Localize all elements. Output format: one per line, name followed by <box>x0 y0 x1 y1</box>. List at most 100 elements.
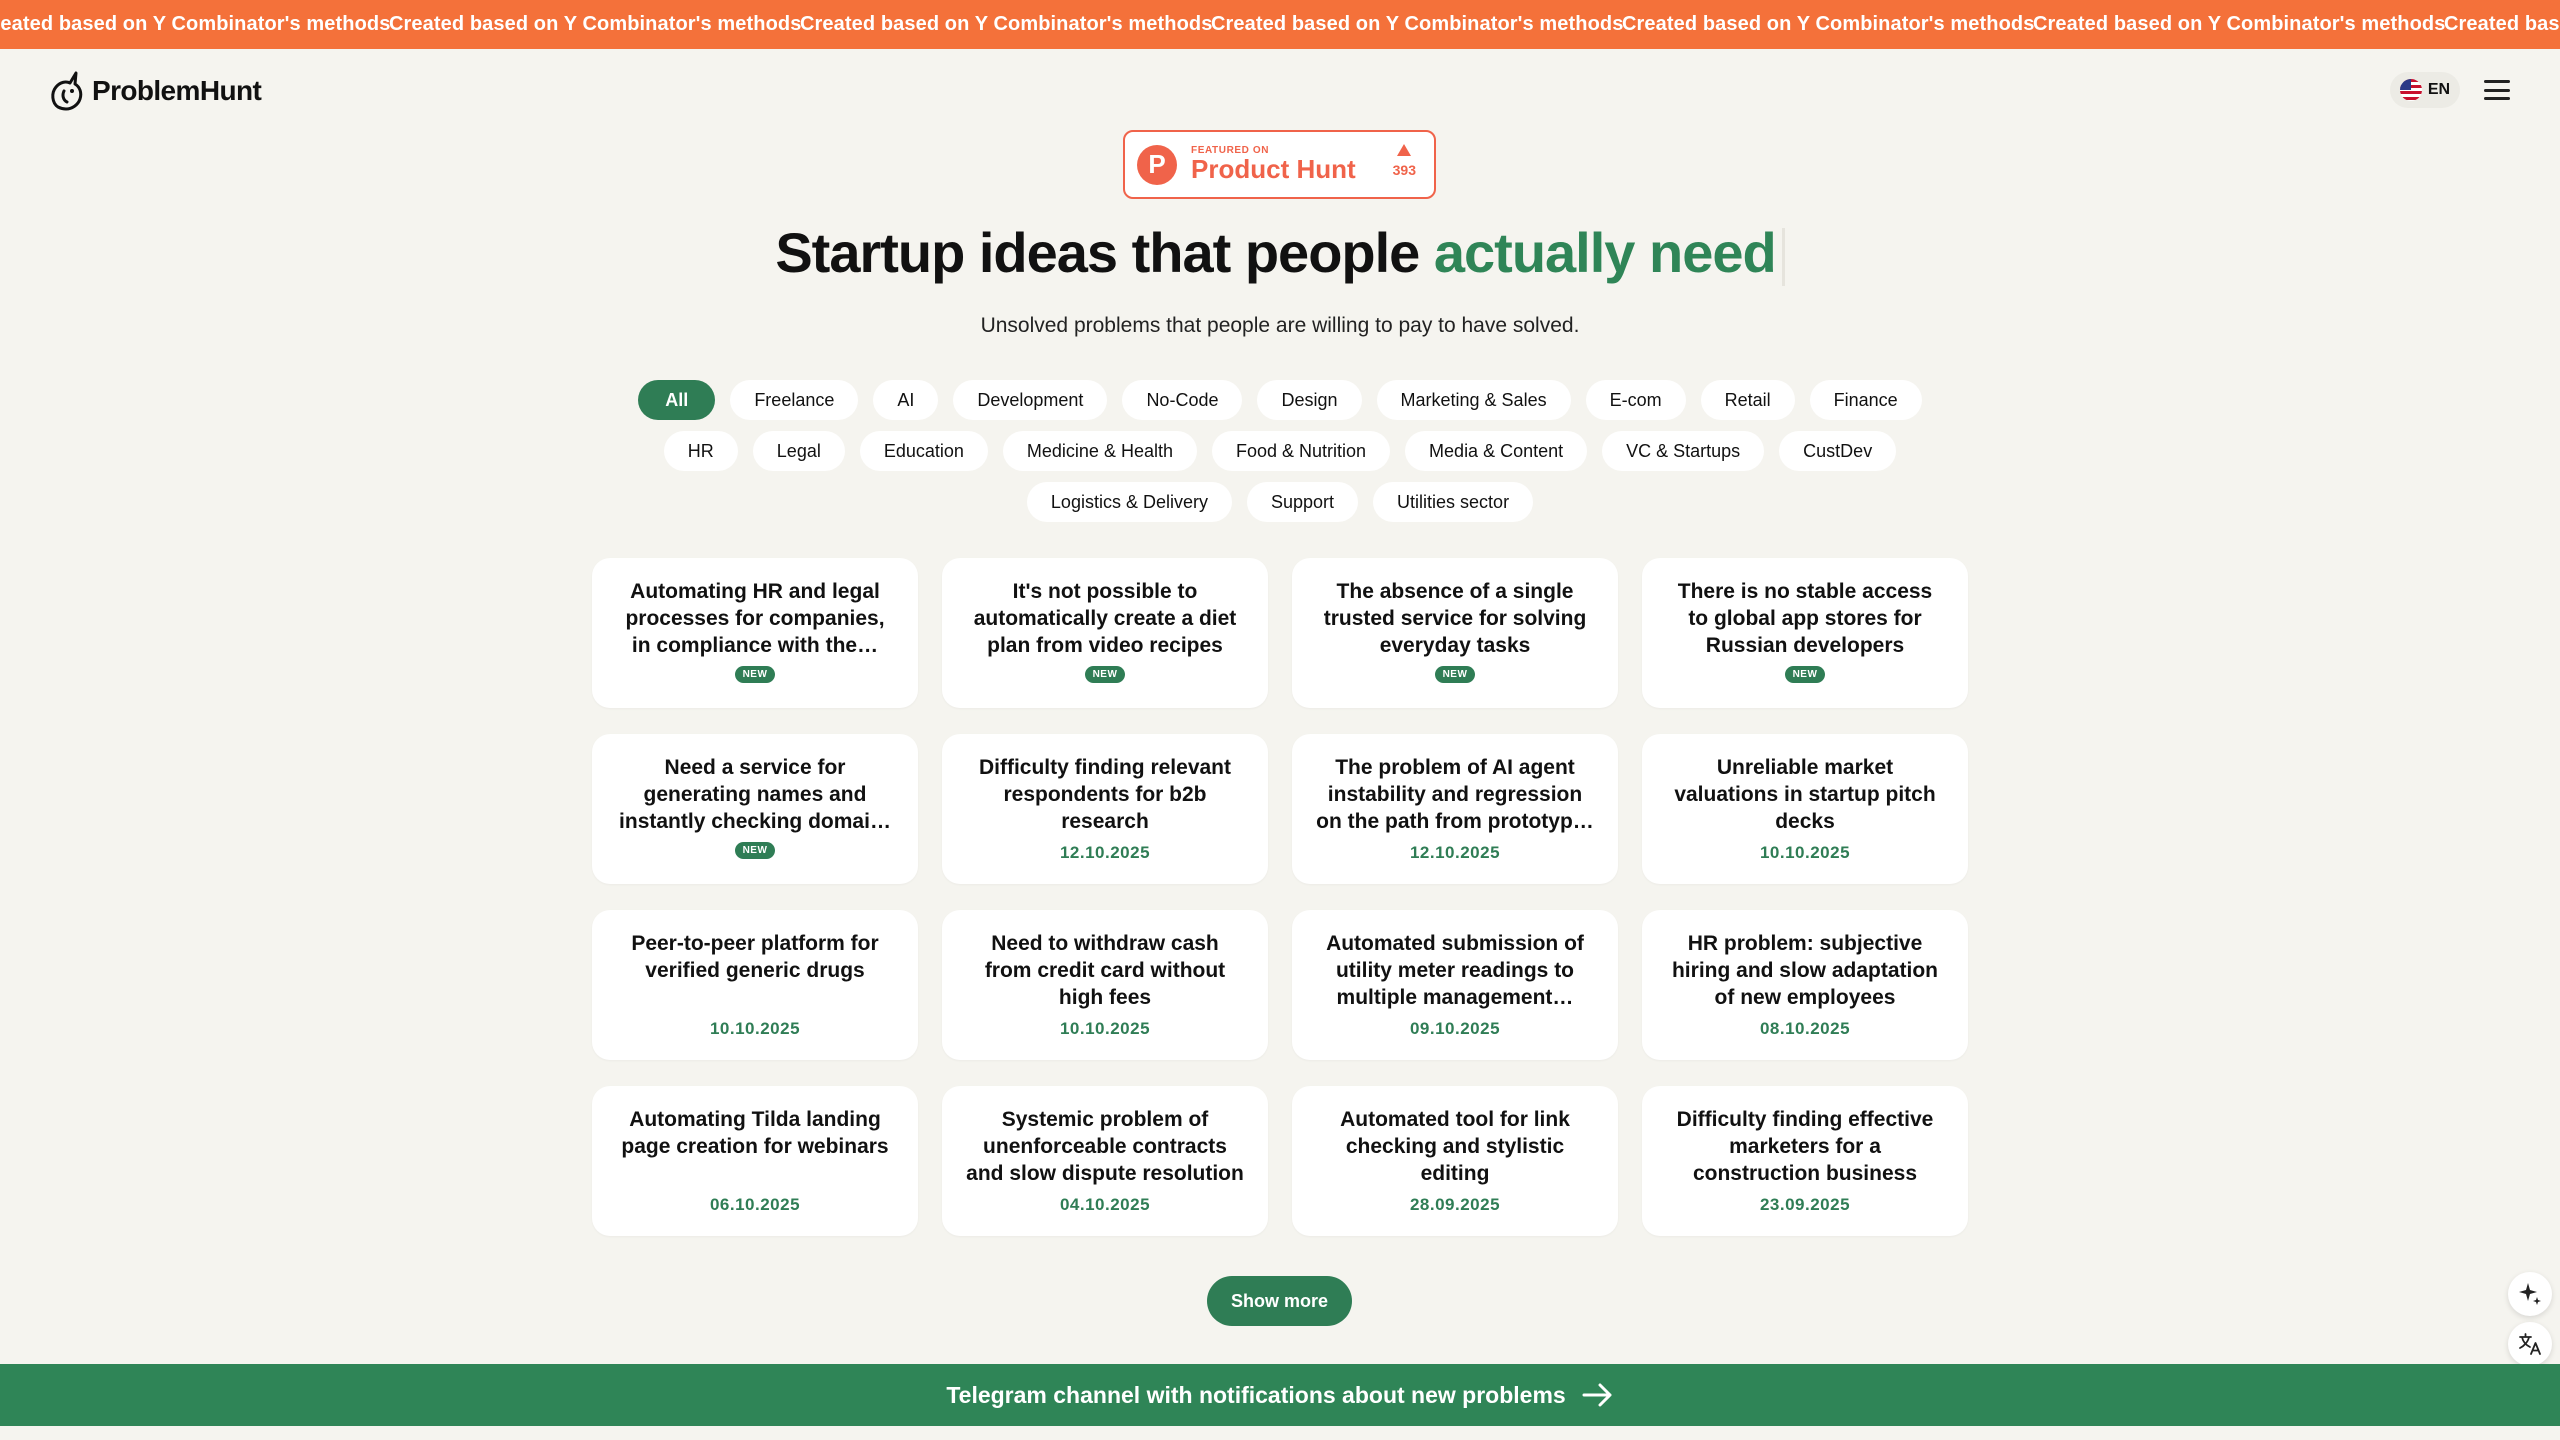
ph-vote-count: 393 <box>1392 162 1416 178</box>
filter-chip-ai[interactable]: AI <box>873 380 939 420</box>
problem-card[interactable]: It's not possible to automatically creat… <box>942 558 1268 708</box>
problem-card-title: Difficulty finding effective marketers f… <box>1676 1108 1934 1185</box>
page-title: Startup ideas that people actually need <box>0 220 2560 287</box>
problem-card[interactable]: Automated submission of utility meter re… <box>1292 910 1618 1060</box>
sparkle-icon[interactable] <box>2508 1272 2552 1316</box>
problem-card[interactable]: Automating HR and legal processes for co… <box>592 558 918 708</box>
problem-card-date: 23.09.2025 <box>1759 1195 1851 1214</box>
new-badge: NEW <box>1434 666 1476 683</box>
filter-chip-media-content[interactable]: Media & Content <box>1405 431 1588 471</box>
problem-card-date: 09.10.2025 <box>1409 1019 1501 1038</box>
problem-card-title: There is no stable access to global app … <box>1677 580 1933 657</box>
menu-line <box>2484 88 2510 92</box>
problem-card[interactable]: Difficulty finding relevant respondents … <box>942 734 1268 884</box>
filter-chip-development[interactable]: Development <box>953 380 1108 420</box>
new-badge: NEW <box>734 842 776 859</box>
filter-chip-finance[interactable]: Finance <box>1809 380 1922 420</box>
problem-card-title: Need to withdraw cash from credit card w… <box>984 932 1226 1009</box>
filter-chip-custdev[interactable]: CustDev <box>1779 431 1897 471</box>
problem-card-title: Automating HR and legal processes for co… <box>625 580 885 657</box>
filter-chip-legal[interactable]: Legal <box>752 431 845 471</box>
marquee-item: Created based on Y Combinator's methods <box>2033 13 2446 35</box>
sparkle-glyph <box>2519 1283 2541 1305</box>
problem-card-title: HR problem: subjective hiring and slow a… <box>1671 932 1938 1009</box>
problem-card-title: Automated tool for link checking and sty… <box>1340 1108 1570 1185</box>
problem-card-title: Systemic problem of unenforceable contra… <box>966 1108 1244 1185</box>
problem-card[interactable]: The problem of AI agent instability and … <box>1292 734 1618 884</box>
new-badge: NEW <box>734 666 776 683</box>
show-more-button[interactable]: Show more <box>1207 1276 1352 1326</box>
problem-card[interactable]: Difficulty finding effective marketers f… <box>1642 1086 1968 1236</box>
problem-card-date: 06.10.2025 <box>709 1195 801 1214</box>
announcement-marquee: Created based on Y Combinator's methods C… <box>0 0 2560 49</box>
language-switcher[interactable]: EN <box>2390 72 2460 108</box>
us-flag-icon <box>2399 79 2422 101</box>
product-hunt-badge[interactable]: P FEATURED ON Product Hunt 393 <box>1123 130 1436 199</box>
filter-row: All Freelance AI Development No-Code Design Ma… <box>638 380 1922 420</box>
arrow-right-icon <box>1582 1383 1612 1407</box>
filter-chip-support[interactable]: Support <box>1246 482 1359 522</box>
problem-card-title: It's not possible to automatically creat… <box>973 580 1237 657</box>
problem-card-title: Automated submission of utility meter re… <box>1326 932 1584 1009</box>
problem-card[interactable]: Automating Tilda landing page creation f… <box>592 1086 918 1236</box>
typing-caret <box>1781 228 1785 287</box>
marquee-item: Created based on Y Combinator's methods <box>800 13 1213 35</box>
problem-card[interactable]: Unreliable market valuations in startup … <box>1642 734 1968 884</box>
filter-chip-vc-startups[interactable]: VC & Startups <box>1602 431 1765 471</box>
problem-card[interactable]: Automated tool for link checking and sty… <box>1292 1086 1618 1236</box>
filter-chip-education[interactable]: Education <box>859 431 988 471</box>
problem-card[interactable]: Need to withdraw cash from credit card w… <box>942 910 1268 1060</box>
problem-card[interactable]: Systemic problem of unenforceable contra… <box>942 1086 1268 1236</box>
problem-card-date: 28.09.2025 <box>1409 1195 1501 1214</box>
marquee-item: Created based on Y Combinator's methods <box>0 13 391 35</box>
problem-card[interactable]: There is no stable access to global app … <box>1642 558 1968 708</box>
hamburger-menu-icon[interactable] <box>2480 76 2514 104</box>
problem-card-title: The problem of AI agent instability and … <box>1316 756 1594 833</box>
problem-card[interactable]: Peer-to-peer platform for verified gener… <box>592 910 918 1060</box>
title-accent: actually need <box>1433 221 1777 284</box>
translate-icon[interactable] <box>2508 1322 2552 1366</box>
telegram-channel-link[interactable]: Telegram channel with notifications abou… <box>0 1364 2560 1426</box>
site-logo[interactable]: ProblemHunt <box>48 68 262 114</box>
problem-card-date: 10.10.2025 <box>1059 1019 1151 1038</box>
language-label: EN <box>2427 81 2451 98</box>
filter-chip-no-code[interactable]: No-Code <box>1122 380 1243 420</box>
filter-chip-utilities-sector[interactable]: Utilities sector <box>1373 482 1534 522</box>
marquee-item: Created based on Y Combinator's methods <box>1622 13 2035 35</box>
problem-card-date: 10.10.2025 <box>1759 843 1851 862</box>
problem-card[interactable]: HR problem: subjective hiring and slow a… <box>1642 910 1968 1060</box>
filter-row: HR Legal Education Medicine & Health Food & … <box>663 431 1897 471</box>
new-badge: NEW <box>1084 666 1126 683</box>
filter-row: Logistics & Delivery Support Utilities sec… <box>1026 482 1534 522</box>
problem-card[interactable]: The absence of a single trusted service … <box>1292 558 1618 708</box>
marquee-item: Created based on Y Combinator's methods <box>389 13 802 35</box>
problem-card-date: 08.10.2025 <box>1759 1019 1851 1038</box>
problem-card-title: Difficulty finding relevant respondents … <box>978 756 1232 833</box>
filter-chip-food-nutrition[interactable]: Food & Nutrition <box>1211 431 1391 471</box>
menu-line <box>2484 97 2510 100</box>
filter-chip-medicine-health[interactable]: Medicine & Health <box>1002 431 1197 471</box>
filter-chip-all[interactable]: All <box>638 380 716 420</box>
ph-votes: 393 <box>1393 144 1416 178</box>
category-filters: All Freelance AI Development No-Code Design Ma… <box>580 380 1980 522</box>
ph-name: Product Hunt <box>1191 153 1356 184</box>
filter-chip-hr[interactable]: HR <box>663 431 738 471</box>
filter-chip-freelance[interactable]: Freelance <box>730 380 859 420</box>
problem-card[interactable]: Need a service for generating names and … <box>592 734 918 884</box>
problem-card-title: Unreliable market valuations in startup … <box>1674 756 1936 833</box>
title-main: Startup ideas that people <box>775 221 1434 284</box>
filter-chip-e-com[interactable]: E-com <box>1585 380 1686 420</box>
telegram-bar-text: Telegram channel with notifications abou… <box>946 1381 1566 1408</box>
marquee-item: Created based on Y Combinator's methods <box>2444 13 2560 35</box>
problem-card-date: 12.10.2025 <box>1059 843 1151 862</box>
upvote-arrow-icon <box>1397 144 1412 156</box>
filter-chip-retail[interactable]: Retail <box>1700 380 1795 420</box>
problem-card-title: Automating Tilda landing page creation f… <box>621 1108 889 1158</box>
filter-chip-design[interactable]: Design <box>1257 380 1362 420</box>
product-hunt-logo-icon: P <box>1137 144 1177 185</box>
problem-card-title: The absence of a single trusted service … <box>1323 580 1587 657</box>
filter-chip-marketing-sales[interactable]: Marketing & Sales <box>1376 380 1571 420</box>
marquee-track: Created based on Y Combinator's methods C… <box>0 0 2560 49</box>
filter-chip-logistics-delivery[interactable]: Logistics & Delivery <box>1026 482 1232 522</box>
problem-card-title: Need a service for generating names and … <box>619 756 891 833</box>
